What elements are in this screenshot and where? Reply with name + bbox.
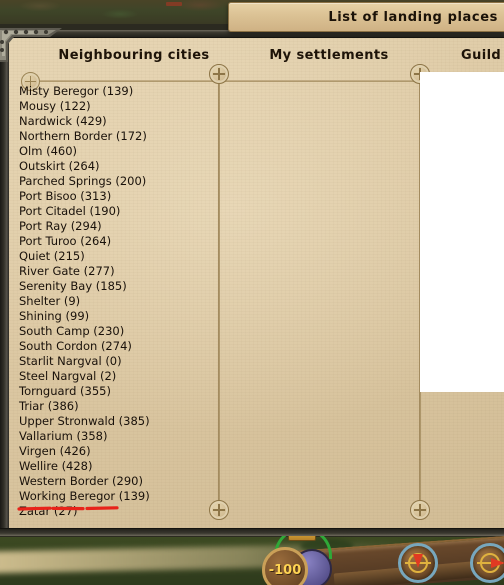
list-item[interactable]: Port Turoo (264): [17, 234, 217, 249]
list-item[interactable]: Shelter (9): [17, 294, 217, 309]
coin-penalty-badge: -100: [262, 547, 308, 585]
list-item[interactable]: Parched Springs (200): [17, 174, 217, 189]
column-header-neighbouring-cities[interactable]: Neighbouring cities: [49, 48, 219, 63]
compass-arrow-down-icon[interactable]: [398, 543, 438, 583]
window-title-bar[interactable]: List of landing places: [228, 2, 504, 32]
quatrefoil-medallion-icon: [410, 500, 430, 520]
list-item[interactable]: River Gate (277): [17, 264, 217, 279]
list-item[interactable]: Port Bisoo (313): [17, 189, 217, 204]
list-item[interactable]: Mousy (122): [17, 99, 217, 114]
list-item[interactable]: South Cordon (274): [17, 339, 217, 354]
ornate-corner-icon: [0, 28, 62, 62]
divider-line: [218, 82, 220, 502]
panel-bottom-rail: [0, 528, 504, 536]
neighbouring-cities-list[interactable]: Misty Beregor (139) Mousy (122) Nardwick (…: [17, 84, 217, 520]
list-item[interactable]: Misty Beregor (139): [17, 84, 217, 99]
blank-overlay-panel: [420, 72, 504, 392]
panel-left-rail: [0, 36, 9, 530]
column-header-my-settlements[interactable]: My settlements: [249, 48, 409, 63]
column-divider-1: [209, 64, 229, 520]
list-item[interactable]: Western Border (290): [17, 474, 217, 489]
list-item[interactable]: Starlit Nargval (0): [17, 354, 217, 369]
list-item[interactable]: Outskirt (264): [17, 159, 217, 174]
list-item[interactable]: Port Ray (294): [17, 219, 217, 234]
arrow-down-glyph: [413, 554, 423, 568]
list-item[interactable]: Triar (386): [17, 399, 217, 414]
list-item[interactable]: Quiet (215): [17, 249, 217, 264]
list-item[interactable]: Olm (460): [17, 144, 217, 159]
list-item[interactable]: Serenity Bay (185): [17, 279, 217, 294]
list-item[interactable]: Nardwick (429): [17, 114, 217, 129]
compass-arrow-right-icon[interactable]: [470, 543, 504, 583]
column-header-guild-settlements[interactable]: Guild s: [461, 48, 504, 63]
map-building-roof: [166, 2, 182, 6]
list-item[interactable]: South Camp (230): [17, 324, 217, 339]
list-item[interactable]: Northern Border (172): [17, 129, 217, 144]
list-item[interactable]: Zatar (27): [17, 504, 217, 519]
list-item[interactable]: Steel Nargval (2): [17, 369, 217, 384]
quatrefoil-medallion-icon: [209, 64, 229, 84]
list-item[interactable]: Working Beregor (139): [17, 489, 217, 504]
list-item[interactable]: Tornguard (355): [17, 384, 217, 399]
list-item[interactable]: Upper Stronwald (385): [17, 414, 217, 429]
list-item[interactable]: Port Citadel (190): [17, 204, 217, 219]
page-title: List of landing places: [328, 9, 498, 25]
arrow-right-glyph: [491, 558, 504, 568]
list-item[interactable]: Virgen (426): [17, 444, 217, 459]
list-item[interactable]: Wellire (428): [17, 459, 217, 474]
list-item[interactable]: Vallarium (358): [17, 429, 217, 444]
list-item[interactable]: Shining (99): [17, 309, 217, 324]
